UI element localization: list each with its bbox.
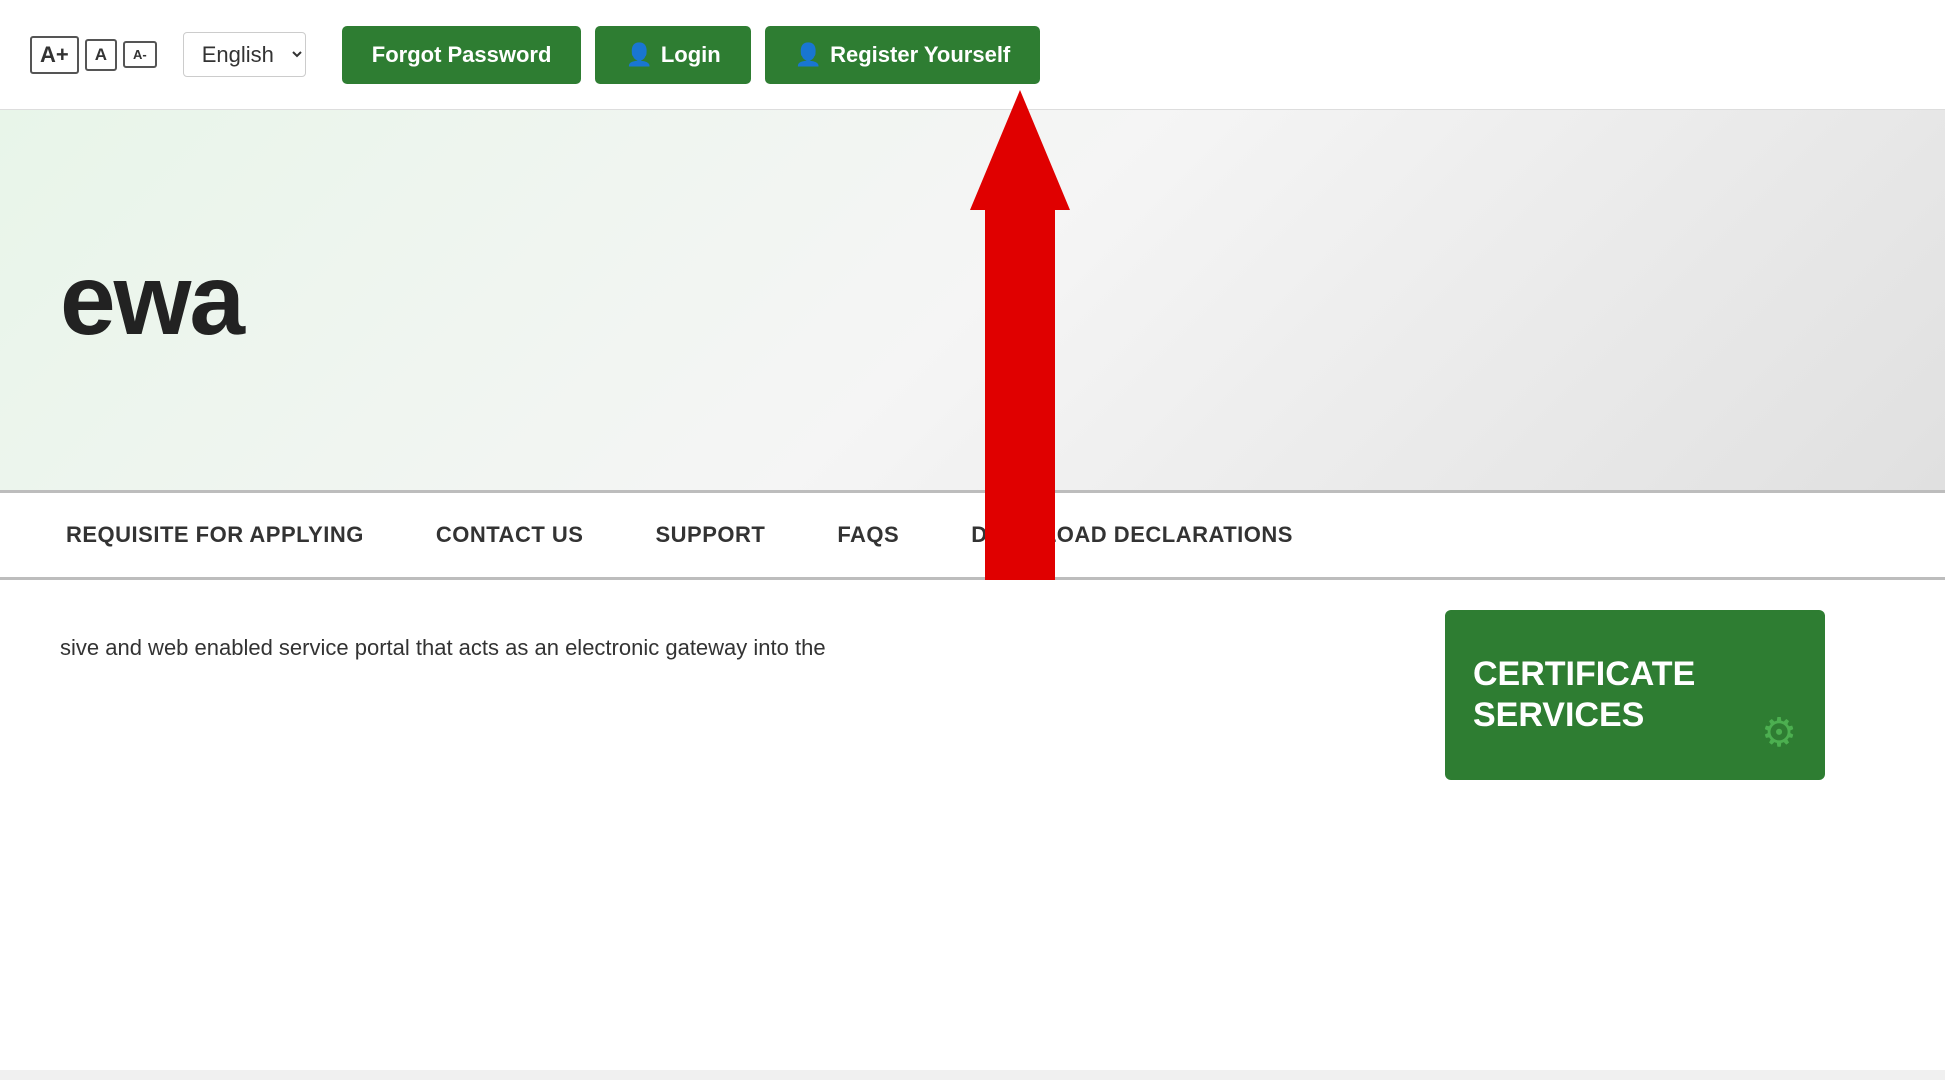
certificate-line2: SERVICES — [1473, 695, 1695, 736]
certificate-services-card[interactable]: CERTIFICATE SERVICES ⚙ — [1445, 610, 1825, 780]
certificate-line1: CERTIFICATE — [1473, 654, 1695, 695]
register-button[interactable]: 👤 Register Yourself — [765, 26, 1041, 84]
content-description: sive and web enabled service portal that… — [60, 630, 960, 665]
language-select[interactable]: English — [183, 32, 306, 77]
header-actions: Forgot Password 👤 Login 👤 Register Yours… — [342, 26, 1041, 84]
login-label: Login — [661, 42, 721, 68]
forgot-password-label: Forgot Password — [372, 42, 552, 68]
hero-section: ewa — [0, 110, 1945, 490]
nav-item-faqs[interactable]: FAQS — [801, 522, 935, 548]
nav-item-support[interactable]: SUPPORT — [619, 522, 801, 548]
forgot-password-button[interactable]: Forgot Password — [342, 26, 582, 84]
user-icon-register: 👤 — [795, 42, 822, 68]
top-bar: A+ A A- English Forgot Password 👤 Login … — [0, 0, 1945, 110]
font-increase-button[interactable]: A+ — [30, 36, 79, 74]
nav-item-contact[interactable]: CONTACT US — [400, 522, 620, 548]
font-decrease-button[interactable]: A- — [123, 41, 157, 68]
register-label: Register Yourself — [830, 42, 1010, 68]
certificate-card-text: CERTIFICATE SERVICES — [1473, 654, 1695, 736]
gear-icon: ⚙ — [1761, 710, 1797, 756]
nav-item-download[interactable]: DOWNLOAD DECLARATIONS — [935, 522, 1329, 548]
nav-item-requisite[interactable]: REQUISITE FOR APPLYING — [30, 522, 400, 548]
content-area: sive and web enabled service portal that… — [0, 580, 1945, 1070]
font-size-controls: A+ A A- — [30, 36, 157, 74]
font-default-button[interactable]: A — [85, 39, 117, 71]
login-button[interactable]: 👤 Login — [595, 26, 750, 84]
hero-title: ewa — [60, 243, 243, 358]
navigation-bar: REQUISITE FOR APPLYING CONTACT US SUPPOR… — [0, 490, 1945, 580]
user-icon-login: 👤 — [625, 42, 652, 68]
